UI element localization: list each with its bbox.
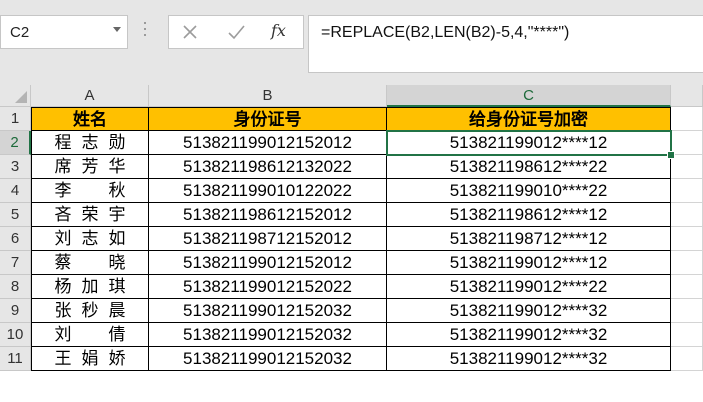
select-all-corner[interactable] [0,85,31,107]
cell-b2[interactable]: 513821199012152012 [149,131,387,155]
row-header-4[interactable]: 4 [0,179,31,203]
cell-c6[interactable]: 513821198712****12 [387,227,671,251]
cell-b9[interactable]: 513821199012152032 [149,299,387,323]
formula-bar-area: C2 fx =REPLACE(B2,LEN(B2)-5,4,"****") [0,0,703,85]
cell-c1[interactable]: 给身份证号加密 [387,107,671,131]
cell-b3[interactable]: 513821198612132022 [149,155,387,179]
cell-b4[interactable]: 513821199010122022 [149,179,387,203]
check-icon[interactable] [225,21,247,43]
column-header-d[interactable] [671,85,703,107]
cell-d8[interactable] [671,275,703,299]
cancel-icon[interactable] [179,21,201,43]
cell-d7[interactable] [671,251,703,275]
cell-d9[interactable] [671,299,703,323]
column-header-a[interactable]: A [31,85,149,107]
row-header-3[interactable]: 3 [0,155,31,179]
cell-b11[interactable]: 513821199012152032 [149,347,387,371]
row-header-1[interactable]: 1 [0,107,31,131]
cell-d11[interactable] [671,347,703,371]
cell-a9[interactable]: 张秒晨 [31,299,149,323]
formula-text: =REPLACE(B2,LEN(B2)-5,4,"****") [321,24,570,41]
cell-c4[interactable]: 513821199010****22 [387,179,671,203]
cell-a2[interactable]: 程志勋 [31,131,149,155]
cell-a7[interactable]: 蔡 晓 [31,251,149,275]
row-header-6[interactable]: 6 [0,227,31,251]
name-box-dropdown-icon[interactable] [113,27,121,32]
cell-a1[interactable]: 姓名 [31,107,149,131]
cell-c10[interactable]: 513821199012****32 [387,323,671,347]
name-box-value: C2 [10,24,30,41]
cell-d6[interactable] [671,227,703,251]
insert-function-button[interactable]: fx [271,21,286,40]
cell-a10[interactable]: 刘 倩 [31,323,149,347]
cell-c9[interactable]: 513821199012****32 [387,299,671,323]
splitter-dots[interactable] [144,22,147,44]
cell-c5[interactable]: 513821198612****12 [387,203,671,227]
cell-b8[interactable]: 513821199012152022 [149,275,387,299]
cell-c11[interactable]: 513821199012****32 [387,347,671,371]
cell-b5[interactable]: 513821198612152012 [149,203,387,227]
cell-d2[interactable] [671,131,703,155]
row-header-11[interactable]: 11 [0,347,31,371]
cell-d10[interactable] [671,323,703,347]
column-header-c[interactable]: C [387,85,671,107]
cell-b7[interactable]: 513821199012152012 [149,251,387,275]
row-header-7[interactable]: 7 [0,251,31,275]
column-header-b[interactable]: B [149,85,387,107]
row-header-5[interactable]: 5 [0,203,31,227]
row-header-10[interactable]: 10 [0,323,31,347]
cell-d4[interactable] [671,179,703,203]
cell-b6[interactable]: 513821198712152012 [149,227,387,251]
name-box[interactable]: C2 [0,15,128,49]
row-header-8[interactable]: 8 [0,275,31,299]
cell-b10[interactable]: 513821199012152032 [149,323,387,347]
cell-d5[interactable] [671,203,703,227]
cell-a6[interactable]: 刘志如 [31,227,149,251]
formula-buttons: fx [168,15,304,49]
cell-d3[interactable] [671,155,703,179]
cell-a11[interactable]: 王娟娇 [31,347,149,371]
fill-handle[interactable] [667,151,675,159]
cell-a4[interactable]: 李 秋 [31,179,149,203]
formula-input[interactable]: =REPLACE(B2,LEN(B2)-5,4,"****") [308,15,703,73]
cell-c7[interactable]: 513821199012****12 [387,251,671,275]
cell-b1[interactable]: 身份证号 [149,107,387,131]
cell-a8[interactable]: 杨加琪 [31,275,149,299]
cell-c3[interactable]: 513821198612****22 [387,155,671,179]
row-header-2[interactable]: 2 [0,131,31,155]
row-header-9[interactable]: 9 [0,299,31,323]
cell-c8[interactable]: 513821199012****22 [387,275,671,299]
cell-a3[interactable]: 席芳华 [31,155,149,179]
cell-a5[interactable]: 吝荣宇 [31,203,149,227]
cell-c2[interactable]: 513821199012****12 [387,131,671,155]
cell-d1[interactable] [671,107,703,131]
